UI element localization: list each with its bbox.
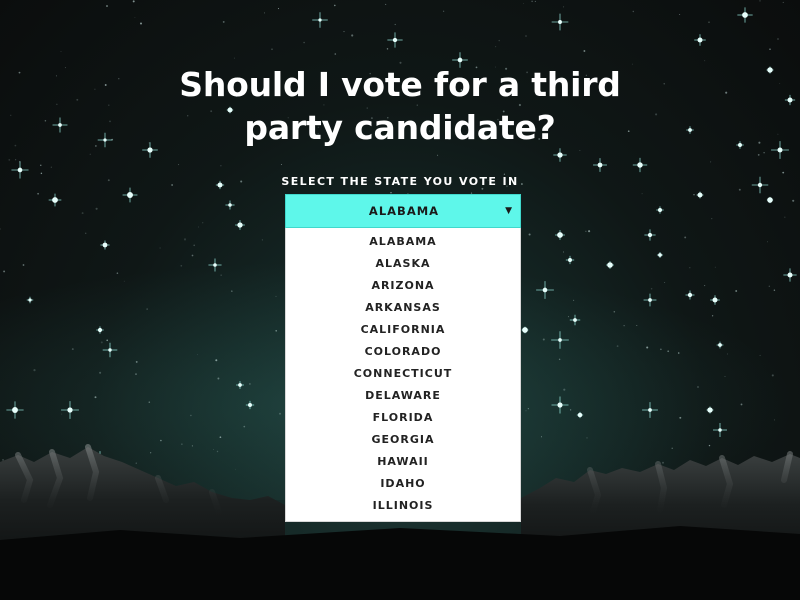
state-dropdown-list: ALABAMA ALASKA ARIZONA ARKANSAS CALIFORN… bbox=[285, 228, 521, 522]
page-headline: Should I vote for a third party candidat… bbox=[179, 65, 621, 147]
state-select-label: SELECT THE STATE YOU VOTE IN bbox=[281, 175, 519, 188]
state-option[interactable]: ILLINOIS bbox=[286, 495, 520, 517]
state-select[interactable]: ALABAMA ▼ bbox=[285, 194, 521, 228]
state-option[interactable]: ARIZONA bbox=[286, 275, 520, 297]
caret-down-icon: ▼ bbox=[505, 206, 512, 216]
state-option[interactable]: FLORIDA bbox=[286, 407, 520, 429]
state-option[interactable]: ARKANSAS bbox=[286, 297, 520, 319]
state-option[interactable]: ALABAMA bbox=[286, 231, 520, 253]
state-option[interactable]: IDAHO bbox=[286, 473, 520, 495]
state-option[interactable]: CONNECTICUT bbox=[286, 363, 520, 385]
state-option[interactable]: GEORGIA bbox=[286, 429, 520, 451]
state-select-value: ALABAMA bbox=[368, 204, 440, 218]
mountain-base bbox=[0, 526, 800, 600]
state-option[interactable]: HAWAII bbox=[286, 451, 520, 473]
state-option[interactable]: ALASKA bbox=[286, 253, 520, 275]
state-option[interactable]: DELAWARE bbox=[286, 385, 520, 407]
state-option[interactable]: COLORADO bbox=[286, 341, 520, 363]
state-option[interactable]: CALIFORNIA bbox=[286, 319, 520, 341]
page-background: Should I vote for a third party candidat… bbox=[0, 0, 800, 600]
